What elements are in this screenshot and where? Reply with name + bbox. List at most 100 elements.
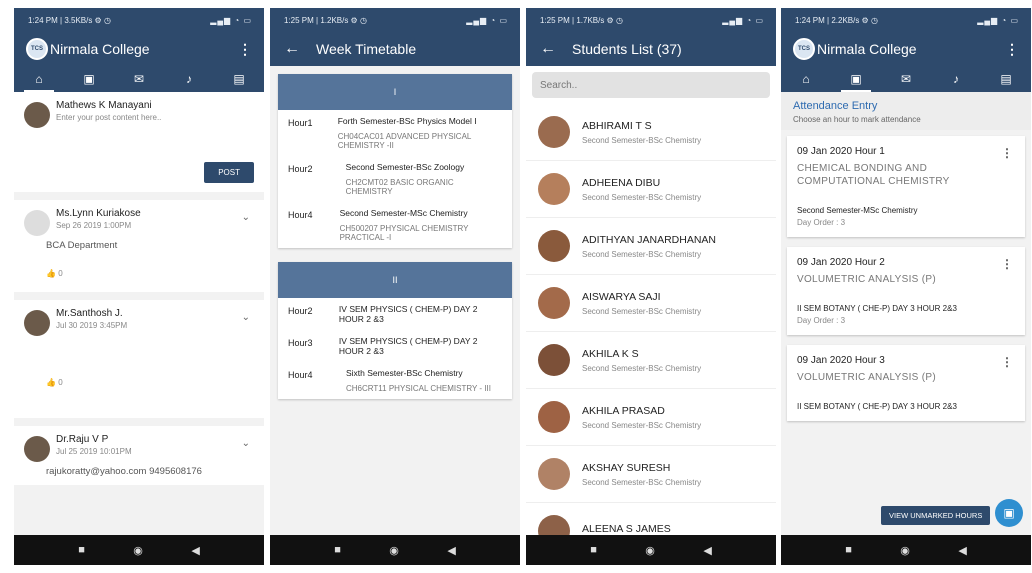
post-author: Ms.Lynn Kuriakose: [56, 208, 141, 219]
more-icon[interactable]: ⋮: [1001, 355, 1013, 369]
home-button-icon[interactable]: ◉: [900, 544, 910, 557]
college-logo-icon: TCS: [26, 38, 48, 60]
like-button[interactable]: 👍 0: [46, 378, 254, 387]
student-class: Second Semester-BSc Chemistry: [582, 420, 702, 430]
like-button[interactable]: 👍 0: [46, 269, 254, 278]
phone-students: 1:25 PM | 1.7KB/s ⚙ ◷ ▂▄▆ ◔ ▭ ← Students L…: [526, 8, 776, 565]
search-input[interactable]: Search..: [532, 72, 770, 98]
mail-icon[interactable]: ✉: [124, 66, 154, 92]
back-nav-icon[interactable]: ◀: [447, 544, 455, 557]
hour-card[interactable]: 09 Jan 2020 Hour 2 VOLUMETRIC ANALYSIS (P…: [787, 247, 1025, 335]
recents-icon[interactable]: ■: [590, 544, 597, 556]
home-button-icon[interactable]: ◉: [645, 544, 655, 557]
hour-row[interactable]: Hour2 IV SEM PHYSICS ( CHEM-P) DAY 2 HOUR…: [278, 298, 512, 330]
hour-card[interactable]: 09 Jan 2020 Hour 1 CHEMICAL BONDING AND C…: [787, 136, 1025, 237]
attendance-subtitle: Choose an hour to mark attendance: [793, 115, 921, 124]
home-icon[interactable]: ⌂: [24, 66, 54, 92]
more-icon[interactable]: ⋮: [1001, 146, 1013, 160]
student-row[interactable]: AISWARYA SAJI Second Semester-BSc Chemist…: [526, 275, 776, 332]
student-name: ADITHYAN JANARDHANAN: [582, 233, 716, 246]
hour-row[interactable]: Hour2 Second Semester-BSc Zoology CH2CMT02…: [278, 156, 512, 202]
bell-icon[interactable]: ♪: [941, 66, 971, 92]
student-row[interactable]: AKSHAY SURESH Second Semester-BSc Chemist…: [526, 446, 776, 503]
subject: VOLUMETRIC ANALYSIS (P): [797, 372, 936, 383]
composer-name: Mathews K Manayani: [56, 100, 152, 111]
feed-post: Ms.Lynn Kuriakose Sep 26 2019 1:00PM ⌄ BCA …: [14, 200, 264, 292]
course-code: CH2CMT02 BASIC ORGANIC CHEMISTRY: [345, 178, 454, 196]
avatar: [538, 344, 570, 376]
student-row[interactable]: ABHIRAMI T S Second Semester-BSc Chemistr…: [526, 104, 776, 161]
back-arrow-icon[interactable]: ←: [540, 40, 556, 58]
post-input[interactable]: Enter your post content here..: [56, 113, 254, 122]
status-bar: 1:24 PM | 3.5KB/s ⚙ ◷ ▂▄▆ ◔ ▭: [14, 8, 264, 32]
notes-icon[interactable]: ▤: [991, 66, 1021, 92]
more-icon[interactable]: ⋮: [1001, 257, 1013, 271]
hour-row[interactable]: Hour4 Second Semester-MSc Chemistry CH5002…: [278, 202, 512, 248]
student-row[interactable]: AKHILA K S Second Semester-BSc Chemistry: [526, 332, 776, 389]
student-class: Second Semester-BSc Chemistry: [582, 192, 702, 202]
badge-icon[interactable]: ▣: [841, 66, 871, 92]
student-row[interactable]: ADHEENA DIBU Second Semester-BSc Chemistr…: [526, 161, 776, 218]
more-icon[interactable]: ⋮: [238, 41, 252, 58]
recents-icon[interactable]: ■: [845, 544, 852, 556]
hour-row[interactable]: Hour1 Forth Semester-BSc Physics Model I C…: [278, 110, 512, 156]
day-card: I Hour1 Forth Semester-BSc Physics Model …: [278, 74, 512, 248]
status-text: 1:24 PM | 2.2KB/s ⚙ ◷: [795, 15, 878, 25]
mail-icon[interactable]: ✉: [891, 66, 921, 92]
back-nav-icon[interactable]: ◀: [191, 544, 199, 557]
post-body: rajukoratty@yahoo.com 9495608176: [46, 466, 202, 477]
status-bar: 1:25 PM | 1.7KB/s ⚙ ◷ ▂▄▆ ◔ ▭: [526, 8, 776, 32]
back-arrow-icon[interactable]: ←: [284, 40, 300, 58]
chevron-down-icon[interactable]: ⌄: [242, 212, 250, 223]
student-class: Second Semester-BSc Chemistry: [582, 306, 702, 316]
avatar: [24, 310, 50, 336]
back-nav-icon[interactable]: ◀: [703, 544, 711, 557]
attendance-title: Attendance Entry: [793, 100, 878, 112]
chevron-down-icon[interactable]: ⌄: [242, 312, 250, 323]
bell-icon[interactable]: ♪: [174, 66, 204, 92]
hour-label: Hour4: [288, 370, 313, 380]
app-bar: ← Week Timetable: [270, 32, 520, 66]
class-name: Sixth Semester-BSc Chemistry: [346, 368, 463, 378]
class-name: IV SEM PHYSICS ( CHEM-P) DAY 2 HOUR 2 &3: [338, 304, 478, 324]
day-order: Day Order : 3: [797, 218, 846, 227]
badge-icon[interactable]: ▣: [74, 66, 104, 92]
student-class: Second Semester-BSc Chemistry: [582, 249, 702, 259]
post-button[interactable]: POST: [204, 162, 254, 183]
hour-card[interactable]: 09 Jan 2020 Hour 3 VOLUMETRIC ANALYSIS (P…: [787, 345, 1025, 421]
feed-post: Dr.Raju V P Jul 25 2019 10:01PM ⌄ rajukorat…: [14, 426, 264, 485]
student-name: AKHILA K S: [582, 347, 639, 360]
student-row[interactable]: AKHILA PRASAD Second Semester-BSc Chemist…: [526, 389, 776, 446]
calendar-icon[interactable]: ▣: [995, 499, 1023, 527]
subject: VOLUMETRIC ANALYSIS (P): [797, 274, 936, 285]
home-button-icon[interactable]: ◉: [133, 544, 143, 557]
more-icon[interactable]: ⋮: [1005, 41, 1019, 58]
recents-icon[interactable]: ■: [334, 544, 341, 556]
view-unmarked-button[interactable]: VIEW UNMARKED HOURS: [881, 506, 991, 525]
semester: II SEM BOTANY ( CHE-P) DAY 3 HOUR 2&3: [797, 402, 957, 411]
home-button-icon[interactable]: ◉: [389, 544, 399, 557]
college-logo-icon: TCS: [793, 38, 815, 60]
post-date: Jul 30 2019 3:45PM: [56, 321, 128, 330]
chevron-down-icon[interactable]: ⌄: [242, 438, 250, 449]
notes-icon[interactable]: ▤: [224, 66, 254, 92]
home-icon[interactable]: ⌂: [791, 66, 821, 92]
status-text: 1:25 PM | 1.7KB/s ⚙ ◷: [540, 15, 623, 25]
system-nav-bar: ■ ◉ ◀: [781, 535, 1031, 565]
hour-row[interactable]: Hour3 IV SEM PHYSICS ( CHEM-P) DAY 2 HOUR…: [278, 330, 512, 362]
hour-label: Hour2: [288, 164, 313, 174]
tab-bar: ⌂ ▣ ✉ ♪ ▤: [14, 66, 264, 92]
avatar: [538, 287, 570, 319]
hour-date: 09 Jan 2020 Hour 3: [797, 355, 885, 366]
avatar: [24, 102, 50, 128]
class-name: IV SEM PHYSICS ( CHEM-P) DAY 2 HOUR 2 &3: [338, 336, 478, 356]
hour-label: Hour2: [288, 306, 313, 316]
student-list: ABHIRAMI T S Second Semester-BSc Chemistr…: [526, 104, 776, 560]
student-row[interactable]: ADITHYAN JANARDHANAN Second Semester-BSc …: [526, 218, 776, 275]
back-nav-icon[interactable]: ◀: [958, 544, 966, 557]
hour-row[interactable]: Hour4 Sixth Semester-BSc Chemistry CH6CRT1…: [278, 362, 512, 399]
student-class: Second Semester-BSc Chemistry: [582, 477, 702, 487]
class-name: Second Semester-MSc Chemistry: [339, 208, 468, 218]
phone-feed: 1:24 PM | 3.5KB/s ⚙ ◷ ▂▄▆ ◔ ▭ TCS Nirmala …: [14, 8, 264, 565]
recents-icon[interactable]: ■: [78, 544, 85, 556]
